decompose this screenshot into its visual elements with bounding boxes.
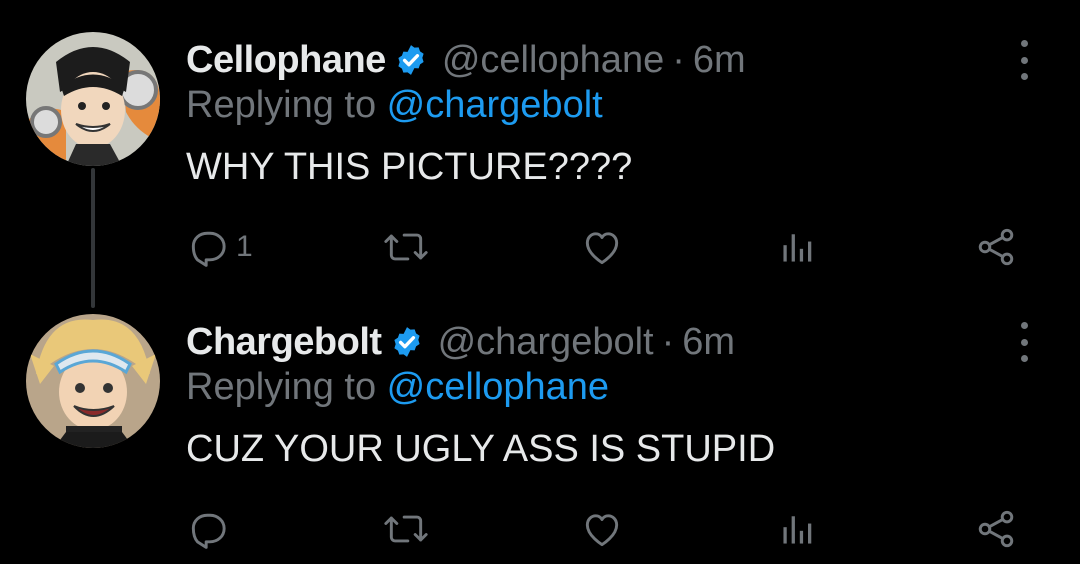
avatar[interactable] bbox=[26, 32, 160, 166]
tweet[interactable]: Chargebolt @chargebolt · 6m Replying to … bbox=[0, 290, 1080, 564]
tweet-text: WHY THIS PICTURE???? bbox=[186, 146, 633, 188]
verified-badge-icon bbox=[398, 45, 424, 75]
like-button[interactable] bbox=[580, 222, 624, 272]
tweet-header: Chargebolt @chargebolt · 6m bbox=[186, 318, 735, 366]
views-icon bbox=[783, 516, 812, 544]
handle[interactable]: @cellophane bbox=[442, 39, 664, 82]
views-button[interactable] bbox=[778, 504, 818, 554]
timestamp[interactable]: 6m bbox=[682, 321, 735, 364]
replying-to-label: Replying to bbox=[186, 84, 387, 126]
reply-count: 1 bbox=[236, 230, 253, 263]
verified-badge-icon bbox=[393, 327, 420, 357]
timestamp[interactable]: 6m bbox=[693, 39, 746, 82]
views-button[interactable] bbox=[778, 222, 818, 272]
display-name[interactable]: Chargebolt bbox=[186, 321, 382, 364]
replying-to: Replying to @chargebolt bbox=[186, 84, 603, 127]
replying-to-label: Replying to bbox=[186, 366, 387, 408]
avatar-image bbox=[26, 314, 160, 448]
mention-link[interactable]: @chargebolt bbox=[387, 84, 603, 126]
tweet-text: CUZ YOUR UGLY ASS IS STUPID bbox=[186, 428, 776, 470]
share-button[interactable] bbox=[974, 504, 1018, 554]
retweet-button[interactable] bbox=[382, 222, 430, 272]
display-name[interactable]: Cellophane bbox=[186, 39, 386, 82]
tweet[interactable]: Cellophane @cellophane · 6m Replying to … bbox=[0, 0, 1080, 308]
reply-icon bbox=[191, 513, 226, 549]
handle[interactable]: @chargebolt bbox=[438, 321, 654, 364]
reply-button[interactable]: 1 bbox=[186, 222, 253, 272]
avatar[interactable] bbox=[26, 314, 160, 448]
like-icon bbox=[585, 232, 619, 265]
avatar-image bbox=[26, 32, 160, 166]
tweet-actions: 1 bbox=[0, 222, 1080, 272]
more-options-icon[interactable] bbox=[1012, 40, 1036, 80]
tweet-actions bbox=[0, 504, 1080, 554]
replying-to: Replying to @cellophane bbox=[186, 366, 609, 409]
separator: · bbox=[661, 320, 675, 363]
like-button[interactable] bbox=[580, 504, 624, 554]
reply-icon bbox=[191, 231, 226, 267]
separator: · bbox=[672, 38, 685, 81]
share-icon bbox=[978, 228, 1014, 266]
like-icon bbox=[585, 514, 619, 547]
share-button[interactable] bbox=[974, 222, 1018, 272]
retweet-icon bbox=[384, 515, 428, 543]
views-icon bbox=[783, 234, 812, 262]
reply-button[interactable] bbox=[186, 504, 236, 554]
more-options-icon[interactable] bbox=[1012, 322, 1036, 362]
retweet-button[interactable] bbox=[382, 504, 430, 554]
tweet-header: Cellophane @cellophane · 6m bbox=[186, 36, 746, 84]
retweet-icon bbox=[384, 233, 428, 261]
mention-link[interactable]: @cellophane bbox=[387, 366, 609, 408]
share-icon bbox=[978, 510, 1014, 548]
